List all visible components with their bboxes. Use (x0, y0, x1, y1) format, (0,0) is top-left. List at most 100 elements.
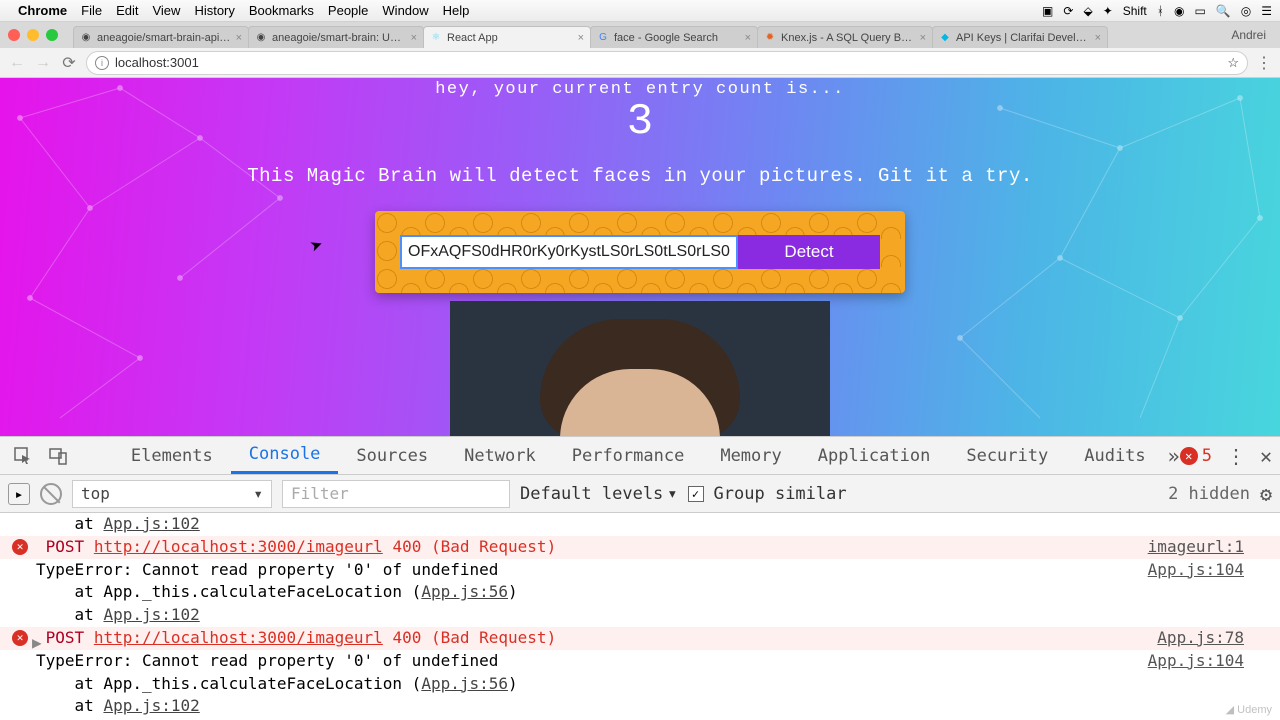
tab-0[interactable]: ◉aneagoie/smart-brain-api: Fin× (73, 26, 249, 48)
app-viewport: ➤ hey, your current entry count is... 3 … (0, 78, 1280, 436)
menu-people[interactable]: People (328, 3, 368, 18)
menu-help[interactable]: Help (443, 3, 470, 18)
devtools-tab-sources[interactable]: Sources (338, 437, 446, 474)
devtools-tab-network[interactable]: Network (446, 437, 554, 474)
console-line: at App.js:102 (0, 604, 1280, 627)
devtools-tab-application[interactable]: Application (800, 437, 949, 474)
wifi-icon[interactable]: ◉ (1174, 4, 1184, 18)
tab-0-close[interactable]: × (236, 32, 242, 44)
console-filter-input[interactable]: Filter (282, 480, 510, 508)
window-zoom-button[interactable] (46, 29, 58, 41)
menu-edit[interactable]: Edit (116, 3, 138, 18)
tab-1-close[interactable]: × (411, 32, 417, 44)
tab-4-close[interactable]: × (920, 32, 926, 44)
console-sidebar-toggle[interactable]: ▸ (8, 483, 30, 505)
knex-icon: ✹ (764, 32, 776, 44)
console-output[interactable]: at App.js:102✕ POST http://localhost:300… (0, 513, 1280, 720)
levels-label: Default levels (520, 484, 663, 504)
context-value: top (81, 484, 110, 503)
bookmark-star-icon[interactable]: ☆ (1227, 55, 1239, 71)
devtools-tab-elements[interactable]: Elements (113, 437, 231, 474)
tab-1[interactable]: ◉aneagoie/smart-brain: Udemy× (248, 26, 424, 48)
console-line: at App._this.calculateFaceLocation (App.… (0, 581, 1280, 604)
shift-label[interactable]: Shift (1123, 4, 1147, 18)
detect-button[interactable]: Detect (738, 235, 880, 269)
devtools-tab-audits[interactable]: Audits (1066, 437, 1163, 474)
back-button[interactable]: ← (8, 54, 26, 72)
tab-3[interactable]: Gface - Google Search× (590, 26, 758, 48)
devtools-menu-icon[interactable]: ⋮ (1226, 444, 1246, 468)
tab-4-label: Knex.js - A SQL Query Builder (781, 32, 915, 44)
device-toggle-icon[interactable] (43, 442, 72, 470)
console-settings-icon[interactable]: ⚙ (1260, 482, 1272, 506)
hidden-messages-label[interactable]: 2 hidden (1168, 484, 1250, 504)
devtools-tabbar: Elements Console Sources Network Perform… (0, 437, 1280, 475)
error-count-value: 5 (1202, 446, 1212, 466)
menu-file[interactable]: File (81, 3, 102, 18)
tab-1-label: aneagoie/smart-brain: Udemy (272, 32, 406, 44)
screencast-icon[interactable]: ▣ (1042, 4, 1053, 18)
menu-view[interactable]: View (152, 3, 180, 18)
site-info-icon[interactable]: i (95, 56, 109, 70)
result-image (450, 301, 830, 436)
image-form-card: Detect (375, 211, 905, 293)
source-link[interactable]: App.js:102 (103, 605, 199, 624)
source-link[interactable]: imageurl:1 (1148, 537, 1244, 558)
error-icon: ✕ (1180, 447, 1198, 465)
source-link[interactable]: App.js:56 (421, 674, 508, 693)
menu-history[interactable]: History (194, 3, 234, 18)
inspect-element-icon[interactable] (8, 442, 37, 470)
source-link[interactable]: App.js:104 (1148, 560, 1244, 581)
chrome-titlebar: ◉aneagoie/smart-brain-api: Fin× ◉aneagoi… (0, 22, 1280, 48)
dropbox-icon[interactable]: ⬙ (1083, 4, 1092, 18)
bluetooth-icon[interactable]: ᚼ (1157, 4, 1164, 18)
tab-2[interactable]: ⚛React App× (423, 26, 591, 48)
tab-5[interactable]: ◆API Keys | Clarifai Developer× (932, 26, 1108, 48)
image-url-input[interactable] (400, 235, 738, 269)
menubar-app[interactable]: Chrome (18, 3, 67, 18)
mac-menubar: Chrome File Edit View History Bookmarks … (0, 0, 1280, 22)
source-link[interactable]: App.js:102 (103, 514, 199, 533)
devtools-close-icon[interactable]: ✕ (1260, 444, 1272, 468)
source-link[interactable]: App.js:104 (1148, 651, 1244, 672)
clear-console-button[interactable] (40, 483, 62, 505)
menu-window[interactable]: Window (382, 3, 428, 18)
menu-icon[interactable]: ☰ (1261, 4, 1272, 18)
tab-3-close[interactable]: × (745, 32, 751, 44)
tab-4[interactable]: ✹ Knex.js - A SQL Query Builder × (757, 26, 933, 48)
battery-icon[interactable]: ▭ (1194, 4, 1205, 18)
siri-icon[interactable]: ◎ (1241, 4, 1251, 18)
forward-button[interactable]: → (34, 54, 52, 72)
tab-2-close[interactable]: × (578, 32, 584, 44)
puzzle-icon[interactable]: ✦ (1103, 4, 1113, 18)
chrome-menu-icon[interactable]: ⋮ (1256, 53, 1272, 73)
window-minimize-button[interactable] (27, 29, 39, 41)
group-similar-checkbox[interactable]: ✓ (688, 486, 704, 502)
tab-5-label: API Keys | Clarifai Developer (956, 32, 1090, 44)
devtools-tabs-more-icon[interactable]: » (1168, 444, 1180, 468)
spotlight-icon[interactable]: 🔍 (1216, 4, 1231, 18)
console-line: at App._this.calculateFaceLocation (App.… (0, 673, 1280, 696)
devtools-tab-performance[interactable]: Performance (554, 437, 703, 474)
console-line: at App.js:102 (0, 513, 1280, 536)
devtools-tab-memory[interactable]: Memory (702, 437, 799, 474)
source-link[interactable]: App.js:102 (103, 696, 199, 715)
watermark: ◢ Udemy (1226, 703, 1272, 716)
react-icon: ⚛ (430, 32, 442, 44)
execution-context-select[interactable]: top ▾ (72, 480, 272, 508)
sync-icon[interactable]: ⟳ (1063, 4, 1073, 18)
tab-5-close[interactable]: × (1095, 32, 1101, 44)
devtools-tab-security[interactable]: Security (948, 437, 1066, 474)
devtools-tab-console[interactable]: Console (231, 437, 339, 474)
console-line: TypeError: Cannot read property '0' of u… (0, 650, 1280, 673)
reload-button[interactable]: ⟳ (60, 54, 78, 72)
chrome-profile[interactable]: Andrei (1225, 28, 1272, 42)
source-link[interactable]: App.js:78 (1157, 628, 1244, 649)
error-count-badge[interactable]: ✕5 (1180, 446, 1212, 466)
chevron-down-icon: ▾ (253, 484, 263, 503)
window-close-button[interactable] (8, 29, 20, 41)
log-levels-select[interactable]: Default levels▾ (520, 484, 678, 504)
menu-bookmarks[interactable]: Bookmarks (249, 3, 314, 18)
source-link[interactable]: App.js:56 (421, 582, 508, 601)
address-bar[interactable]: i localhost:3001 ☆ (86, 51, 1248, 75)
